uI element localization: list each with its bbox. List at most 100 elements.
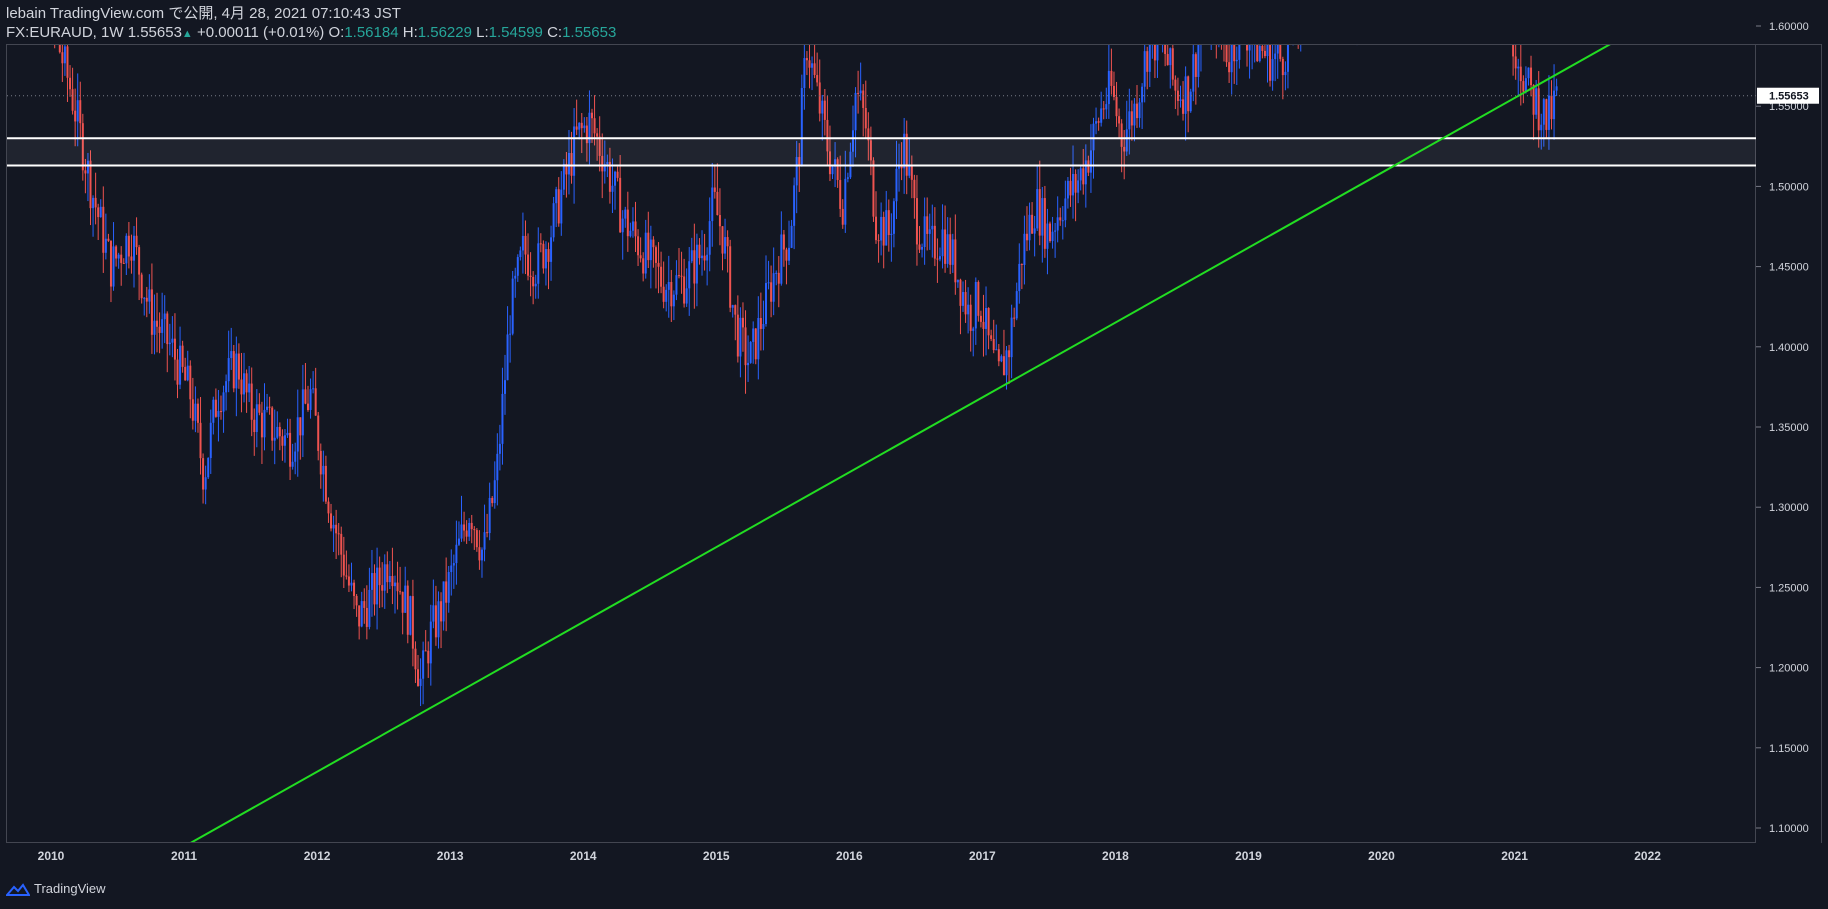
price-tick-label: 1.45000 [1769, 262, 1809, 274]
candle [1537, 71, 1540, 148]
candle [475, 528, 478, 552]
candle [1115, 81, 1118, 127]
candle [189, 360, 192, 419]
candle [915, 175, 918, 266]
candle [1077, 169, 1080, 204]
candle [741, 302, 744, 352]
tradingview-footer[interactable]: TradingView [6, 881, 106, 896]
candle [529, 252, 532, 297]
candle [703, 233, 706, 271]
candle [76, 73, 79, 147]
candle [1074, 169, 1077, 222]
candle [56, 22, 58, 39]
candle [204, 465, 207, 505]
candle [350, 562, 353, 592]
candle [747, 335, 750, 382]
candle [1066, 177, 1069, 209]
candle [1389, 0, 1391, 14]
candle [532, 271, 535, 305]
candle [1218, 45, 1220, 48]
candle [1169, 47, 1172, 89]
candle [1325, 0, 1327, 29]
price-tick-label: 1.30000 [1769, 502, 1809, 514]
candle [122, 258, 125, 264]
candle [1203, 0, 1205, 35]
candle [191, 377, 194, 430]
candle [255, 389, 258, 448]
candle [997, 344, 1000, 367]
candle [811, 56, 814, 91]
candle [419, 658, 422, 706]
candle [457, 521, 460, 547]
candle [872, 157, 875, 222]
level-zone [7, 138, 1756, 166]
candle [739, 307, 742, 378]
candle [181, 340, 184, 373]
candle [544, 241, 547, 286]
candle [537, 227, 540, 299]
candle [547, 242, 550, 290]
candle [918, 226, 921, 254]
candle [271, 406, 274, 451]
candle [196, 398, 199, 433]
candle [767, 260, 770, 290]
candle [1156, 45, 1159, 78]
candle [698, 238, 701, 265]
candle [263, 383, 266, 451]
candle [207, 457, 210, 479]
candle [1274, 45, 1277, 82]
candle [1013, 307, 1016, 328]
candle [1223, 45, 1225, 62]
time-tick-label: 2013 [437, 849, 464, 863]
candle [184, 357, 187, 381]
candle [363, 588, 366, 624]
candle [578, 122, 581, 140]
candle [1100, 91, 1103, 127]
candle [1143, 45, 1146, 103]
candle [1524, 66, 1527, 94]
time-tick-label: 2021 [1501, 849, 1528, 863]
candle [969, 294, 972, 352]
candle [1146, 46, 1149, 90]
candle [156, 292, 159, 353]
candle [1213, 0, 1215, 17]
candle [1008, 344, 1011, 385]
candle [299, 417, 302, 460]
candle [926, 197, 929, 251]
candle [977, 280, 980, 322]
candle [938, 247, 941, 262]
candle [619, 155, 622, 233]
candle [1197, 45, 1200, 88]
candle [1241, 4, 1243, 37]
candle [450, 549, 453, 596]
candle [680, 251, 683, 294]
candle [222, 385, 225, 433]
candle [762, 300, 765, 351]
candle [764, 255, 767, 327]
candle [1258, 45, 1261, 63]
candle [805, 51, 808, 76]
candle [846, 172, 849, 183]
candle [383, 554, 386, 609]
candle [306, 385, 309, 412]
candle [486, 513, 489, 538]
candle [1225, 45, 1228, 67]
candle [555, 186, 558, 228]
candle [713, 165, 716, 199]
candle [1346, 0, 1348, 39]
candle [1194, 52, 1197, 105]
candle [716, 163, 719, 216]
candle [1000, 354, 1003, 363]
candle [112, 222, 115, 291]
candle [1251, 45, 1253, 70]
candle [337, 522, 340, 556]
candle [212, 396, 215, 435]
candle [130, 234, 133, 274]
candle [470, 514, 473, 544]
candle [683, 258, 686, 308]
candle [1148, 45, 1151, 88]
candle [125, 233, 128, 276]
price-tick-label: 1.20000 [1769, 663, 1809, 675]
candle [1512, 45, 1515, 76]
time-tick-label: 2017 [969, 849, 996, 863]
